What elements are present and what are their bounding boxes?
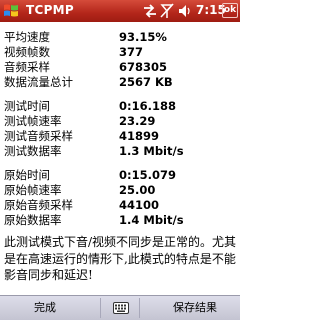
stat-value: 44100 — [119, 198, 160, 212]
benchmark-results: 平均速度 93.15% 视频帧数 377 音频采样 678305 数据流量总计 … — [0, 22, 240, 295]
stat-orig-time: 原始时间 0:15.079 — [4, 168, 236, 182]
stat-avg-speed: 平均速度 93.15% — [4, 30, 236, 44]
stat-label: 平均速度 — [4, 30, 50, 44]
stat-label: 测试帧速率 — [4, 114, 62, 128]
stat-value: 1.4 Mbit/s — [119, 213, 184, 227]
speaker-icon[interactable] — [177, 3, 191, 19]
input-panel-button[interactable] — [100, 298, 140, 318]
antenna-off-icon[interactable] — [160, 3, 174, 19]
stat-value: 41899 — [119, 129, 160, 143]
stat-label: 原始音频采样 — [4, 198, 73, 212]
stat-value: 678305 — [119, 60, 168, 74]
stat-label: 原始数据率 — [4, 213, 62, 227]
stat-value: 377 — [119, 45, 144, 59]
title-bar: TCPMP 7:15 ok — [0, 0, 240, 22]
stat-data-total: 数据流量总计 2567 KB — [4, 75, 236, 89]
stat-label: 视频帧数 — [4, 45, 50, 59]
keyboard-icon — [113, 302, 129, 314]
done-softkey[interactable]: 完成 — [0, 296, 90, 320]
stat-label: 测试音频采样 — [4, 129, 73, 143]
stat-label: 测试时间 — [4, 99, 50, 113]
stat-orig-audio-rate: 原始音频采样 44100 — [4, 198, 236, 212]
stat-label: 数据流量总计 — [4, 75, 73, 89]
stat-value: 1.3 Mbit/s — [119, 144, 184, 158]
stat-label: 测试数据率 — [4, 144, 62, 158]
stat-value: 0:16.188 — [119, 99, 176, 113]
stat-test-data-rate: 测试数据率 1.3 Mbit/s — [4, 144, 236, 158]
save-results-softkey[interactable]: 保存结果 — [150, 296, 240, 320]
stat-audio-samples: 音频采样 678305 — [4, 60, 236, 74]
stat-orig-fps: 原始帧速率 25.00 — [4, 183, 236, 197]
connectivity-arrows-icon[interactable] — [143, 3, 157, 19]
stat-label: 原始时间 — [4, 168, 50, 182]
ok-button[interactable]: ok — [222, 3, 238, 18]
stat-value: 2567 KB — [119, 75, 173, 89]
stat-test-time: 测试时间 0:16.188 — [4, 99, 236, 113]
sync-warning-note: 此测试模式下音/视频不同步是正常的。尤其是在高速运行的情形下,此模式的特点是不能… — [4, 235, 237, 282]
stat-value: 23.29 — [119, 114, 156, 128]
stat-value: 25.00 — [119, 183, 156, 197]
stat-value: 93.15% — [119, 30, 167, 44]
stat-test-fps: 测试帧速率 23.29 — [4, 114, 236, 128]
menu-bar: 完成 保存结果 — [0, 295, 240, 320]
stat-test-audio-rate: 测试音频采样 41899 — [4, 129, 236, 143]
stat-label: 原始帧速率 — [4, 183, 62, 197]
stat-orig-data-rate: 原始数据率 1.4 Mbit/s — [4, 213, 236, 227]
windows-start-icon[interactable] — [2, 2, 20, 20]
stat-value: 0:15.079 — [119, 168, 176, 182]
stat-video-frames: 视频帧数 377 — [4, 45, 236, 59]
app-title: TCPMP — [26, 3, 75, 17]
stat-label: 音频采样 — [4, 60, 50, 74]
